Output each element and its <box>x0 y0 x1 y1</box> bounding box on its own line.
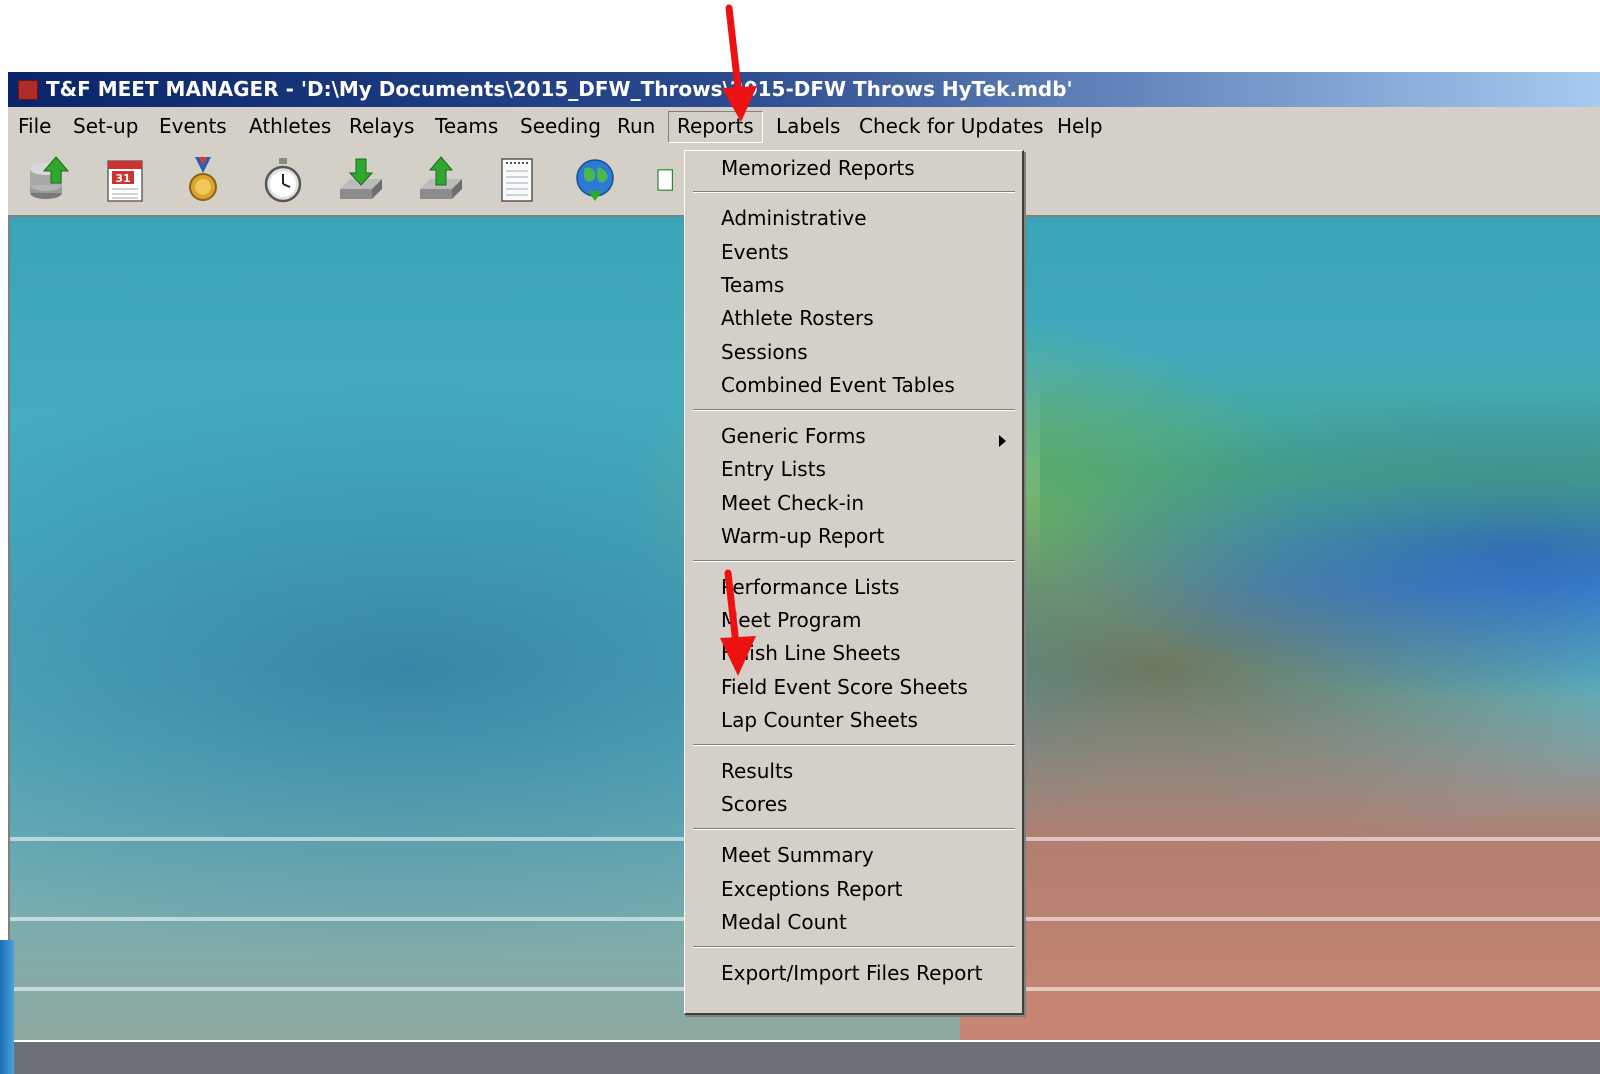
medal-icon[interactable] <box>176 153 230 207</box>
title-bar[interactable]: T&F MEET MANAGER - 'D:\My Documents\2015… <box>8 72 1600 107</box>
menu-item-sessions[interactable]: Sessions <box>721 337 808 367</box>
menu-item-meet-program[interactable]: Meet Program <box>721 605 861 635</box>
menu-item-events[interactable]: Events <box>721 237 789 267</box>
submenu-arrow-icon <box>999 435 1006 447</box>
menu-separator <box>693 409 1015 411</box>
menu-events[interactable]: Events <box>155 113 231 141</box>
menu-setup[interactable]: Set-up <box>69 113 142 141</box>
menu-item-administrative[interactable]: Administrative <box>721 203 867 233</box>
reports-dropdown-menu: Memorized Reports Administrative Events … <box>684 150 1024 1015</box>
menu-item-memorized-reports[interactable]: Memorized Reports <box>721 153 915 183</box>
menu-separator <box>693 828 1015 830</box>
menu-item-export-import-files-report[interactable]: Export/Import Files Report <box>721 958 982 988</box>
menu-item-exceptions-report[interactable]: Exceptions Report <box>721 874 903 904</box>
notepad-icon[interactable] <box>490 153 544 207</box>
export-upload-icon[interactable] <box>414 153 468 207</box>
menu-separator <box>693 744 1015 746</box>
calendar-icon[interactable]: 31 <box>98 153 152 207</box>
menu-athletes[interactable]: Athletes <box>245 113 335 141</box>
menu-item-scores[interactable]: Scores <box>721 789 787 819</box>
window-title: T&F MEET MANAGER - 'D:\My Documents\2015… <box>46 77 1073 101</box>
menu-item-finish-line-sheets[interactable]: Finish Line Sheets <box>721 638 901 668</box>
menu-item-results[interactable]: Results <box>721 756 793 786</box>
menu-seeding[interactable]: Seeding <box>516 113 605 141</box>
menu-run[interactable]: Run <box>613 113 659 141</box>
stopwatch-icon[interactable] <box>256 153 310 207</box>
menu-item-athlete-rosters[interactable]: Athlete Rosters <box>721 303 874 333</box>
menu-item-field-event-score-sheets[interactable]: Field Event Score Sheets <box>721 672 968 702</box>
menu-item-combined-event-tables[interactable]: Combined Event Tables <box>721 370 955 400</box>
menu-bar: File Set-up Events Athletes Relays Teams… <box>8 107 1600 145</box>
slide-decoration <box>0 940 14 1074</box>
calendar-day: 31 <box>115 172 130 185</box>
photo-track-area <box>960 680 1600 1040</box>
menu-separator <box>693 560 1015 562</box>
menu-item-entry-lists[interactable]: Entry Lists <box>721 454 826 484</box>
menu-item-performance-lists[interactable]: Performance Lists <box>721 572 899 602</box>
menu-check-for-updates[interactable]: Check for Updates <box>855 113 1048 141</box>
menu-labels[interactable]: Labels <box>772 113 844 141</box>
import-download-icon[interactable] <box>334 153 388 207</box>
menu-reports[interactable]: Reports <box>668 111 763 143</box>
menu-item-warm-up-report[interactable]: Warm-up Report <box>721 521 884 551</box>
globe-icon[interactable] <box>568 153 622 207</box>
screenshot-page: T&F MEET MANAGER - 'D:\My Documents\2015… <box>0 0 1600 1074</box>
menu-item-meet-check-in[interactable]: Meet Check-in <box>721 488 864 518</box>
menu-item-meet-summary[interactable]: Meet Summary <box>721 840 874 870</box>
database-upload-icon[interactable] <box>22 153 76 207</box>
menu-item-teams[interactable]: Teams <box>721 270 784 300</box>
photo-grass-area <box>1040 357 1600 587</box>
menu-item-medal-count[interactable]: Medal Count <box>721 907 847 937</box>
menu-separator <box>693 946 1015 948</box>
status-bar <box>8 1040 1600 1074</box>
menu-help[interactable]: Help <box>1053 113 1107 141</box>
menu-relays[interactable]: Relays <box>345 113 418 141</box>
report-icon[interactable] <box>646 153 676 207</box>
app-icon[interactable] <box>18 80 38 100</box>
menu-item-generic-forms[interactable]: Generic Forms <box>721 421 866 451</box>
menu-file[interactable]: File <box>14 113 55 141</box>
menu-separator <box>693 191 1015 193</box>
menu-teams[interactable]: Teams <box>431 113 502 141</box>
menu-item-lap-counter-sheets[interactable]: Lap Counter Sheets <box>721 705 918 735</box>
